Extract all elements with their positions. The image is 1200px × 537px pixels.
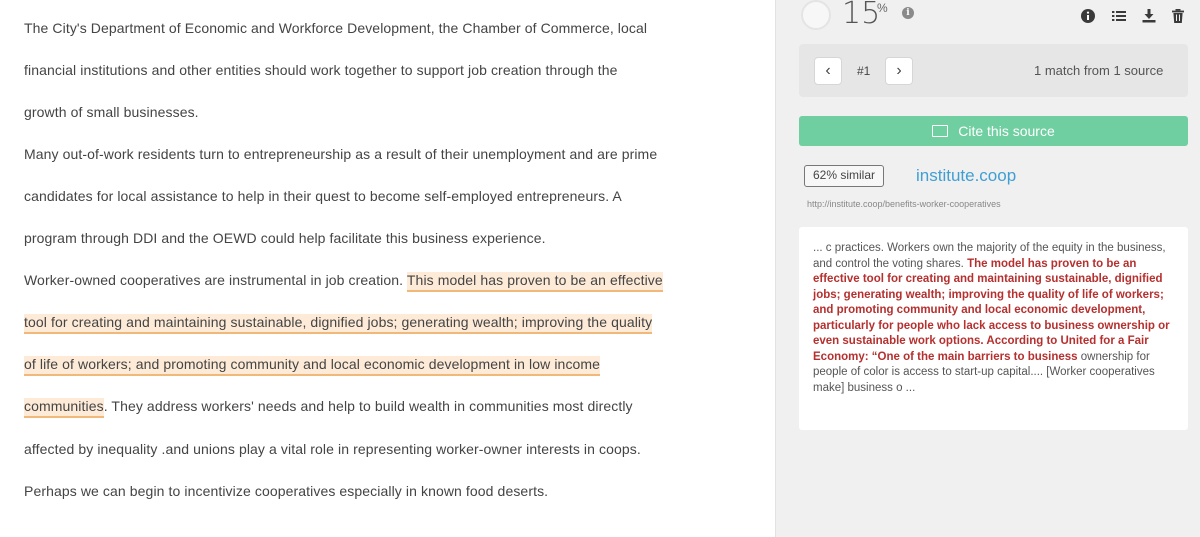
doc-line: communities. They address workers' needs… (24, 398, 633, 418)
doc-line: Perhaps we can begin to incentivize coop… (24, 483, 549, 499)
source-url[interactable]: http://institute.coop/benefits-worker-co… (807, 199, 1001, 209)
source-link[interactable]: institute.coop (916, 166, 1016, 186)
document-editor[interactable]: The City's Department of Economic and Wo… (0, 0, 775, 537)
chevron-left-icon: ‹ (825, 62, 831, 79)
source-excerpt: ... c practices. Workers own the majorit… (799, 227, 1188, 430)
info-icon[interactable]: i (902, 7, 914, 19)
info-icon[interactable] (1080, 8, 1096, 24)
match-summary: 1 match from 1 source (1034, 63, 1164, 78)
doc-line: program through DDI and the OEWD could h… (24, 230, 546, 246)
doc-line: growth of small businesses. (24, 104, 199, 120)
list-icon[interactable] (1111, 8, 1127, 24)
matched-text-highlight[interactable]: tool for creating and maintaining sustai… (24, 314, 653, 334)
matched-text-highlight[interactable]: This model has proven to be an effective (406, 272, 663, 292)
doc-text: Worker-owned cooperatives are instrument… (24, 272, 407, 288)
similarity-score: 15 (842, 0, 881, 31)
download-icon[interactable] (1141, 8, 1157, 24)
doc-line: The City's Department of Economic and Wo… (24, 20, 648, 36)
similarity-score-unit: % (877, 1, 888, 15)
doc-line: financial institutions and other entitie… (24, 62, 618, 78)
match-index: #1 (857, 64, 871, 78)
cite-source-button[interactable]: Cite this source (799, 116, 1188, 146)
doc-line: affected by inequality .and unions play … (24, 441, 641, 457)
doc-line: tool for creating and maintaining sustai… (24, 314, 653, 334)
matched-text-highlight[interactable]: communities (24, 398, 104, 418)
chevron-right-icon: › (896, 62, 902, 79)
doc-line: of life of workers; and promoting commun… (24, 356, 601, 376)
excerpt-matched-text: The model has proven to be an effective … (813, 257, 1170, 363)
similarity-badge: 62% similar (804, 165, 885, 187)
doc-line: Worker-owned cooperatives are instrument… (24, 272, 663, 292)
doc-text: . They address workers' needs and help t… (103, 398, 633, 414)
doc-line: Many out-of-work residents turn to entre… (24, 146, 658, 162)
doc-line: candidates for local assistance to help … (24, 188, 622, 204)
next-match-button[interactable]: › (885, 57, 913, 85)
citation-icon (932, 125, 949, 137)
score-ring (801, 0, 831, 30)
cite-source-label: Cite this source (958, 123, 1055, 139)
matched-text-highlight[interactable]: of life of workers; and promoting commun… (24, 356, 601, 376)
previous-match-button[interactable]: ‹ (814, 57, 842, 85)
trash-icon[interactable] (1170, 8, 1186, 24)
